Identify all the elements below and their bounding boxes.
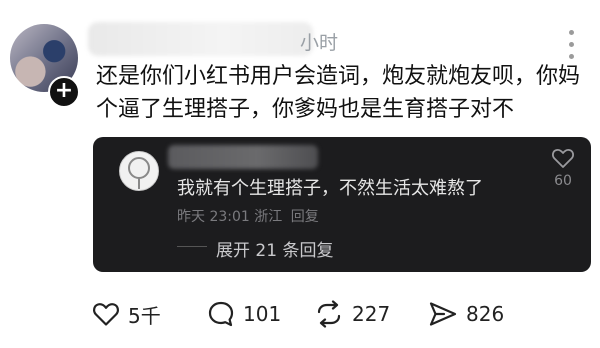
post-body-text: 还是你们小红书用户会造词，炮友就炮友呗，你妈个逼了生理搭子，你爹妈也是生育搭子对… — [96, 64, 581, 122]
comment-bubble-icon[interactable] — [207, 300, 235, 328]
repost-icon[interactable] — [314, 300, 344, 328]
post-card: + 小时 还是你们小红书用户会造词，炮友就炮友呗，你妈个逼了生理搭子，你爹妈也是… — [0, 0, 600, 348]
expand-replies-button[interactable]: 展开 21 条回复 — [216, 236, 333, 261]
like-action[interactable]: 5千 — [92, 296, 161, 332]
send-icon[interactable] — [428, 300, 458, 328]
share-count: 826 — [466, 302, 505, 326]
comment-action[interactable]: 101 — [207, 296, 281, 332]
reply-like-count: 60 — [554, 173, 572, 189]
reply-time: 昨天 23:01 — [177, 209, 250, 225]
more-options-icon[interactable] — [566, 30, 576, 64]
reply-body-text: 我就有个生理搭子，不然生活太难熬了 — [177, 178, 483, 199]
like-count: 5千 — [128, 303, 161, 328]
reply-button[interactable]: 回复 — [291, 209, 319, 225]
expand-divider — [177, 246, 207, 247]
reply-meta: 昨天 23:01 浙江 回复 — [177, 206, 319, 226]
top-reply-card[interactable]: 我就有个生理搭子，不然生活太难熬了 昨天 23:01 浙江 回复 60 展开 2… — [93, 137, 591, 272]
repost-action[interactable]: 227 — [314, 296, 390, 332]
post-time: 小时 — [300, 32, 339, 54]
repost-count: 227 — [352, 302, 391, 326]
comment-count: 101 — [243, 302, 282, 326]
reply-author-name-redacted — [168, 145, 318, 169]
reply-like-button[interactable]: 60 — [549, 147, 577, 189]
follow-plus-icon[interactable]: + — [48, 76, 80, 108]
heart-icon[interactable] — [92, 301, 120, 327]
heart-icon[interactable] — [549, 147, 577, 169]
share-action[interactable]: 826 — [428, 296, 504, 332]
reply-location: 浙江 — [254, 209, 283, 225]
reply-author-avatar[interactable] — [119, 151, 159, 191]
action-bar: 5千 101 227 826 — [92, 296, 592, 332]
author-name-redacted — [88, 22, 313, 56]
